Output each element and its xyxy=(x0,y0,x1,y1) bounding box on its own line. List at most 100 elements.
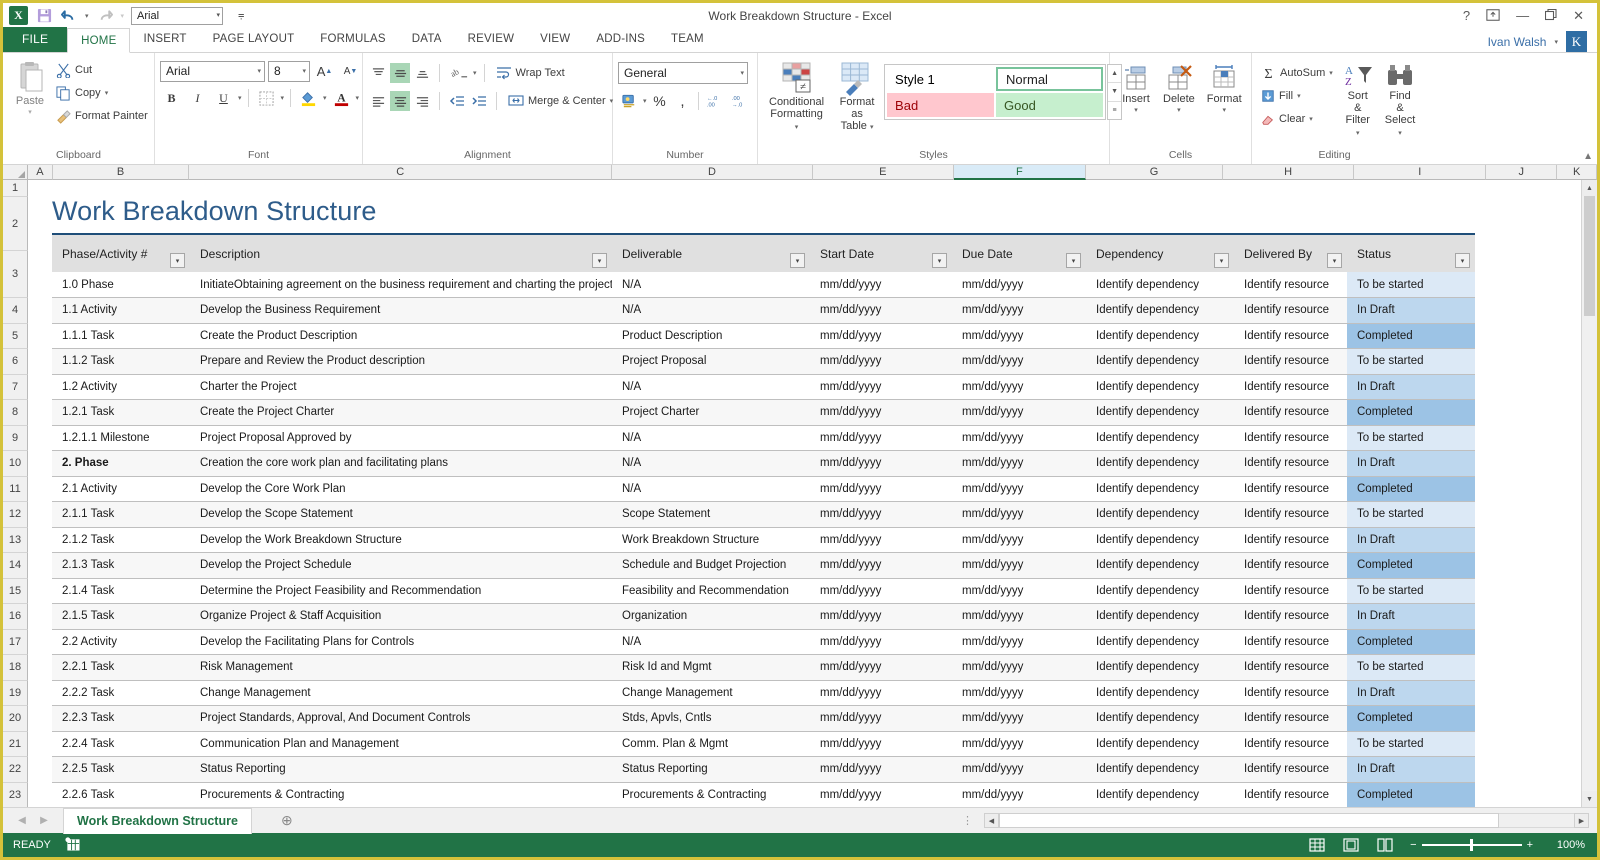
row-header-15[interactable]: 15 xyxy=(3,579,28,605)
due-date-cell[interactable]: mm/dd/yyyy xyxy=(952,323,1086,349)
start-date-cell[interactable]: mm/dd/yyyy xyxy=(810,272,952,298)
column-header-K[interactable]: K xyxy=(1557,165,1597,180)
conditional-formatting-button[interactable]: ≠ ConditionalFormatting ▾ xyxy=(763,60,830,136)
row-header-13[interactable]: 13 xyxy=(3,528,28,554)
comma-style-button[interactable]: , xyxy=(673,91,693,111)
borders-button[interactable] xyxy=(255,87,278,109)
row-header-12[interactable]: 12 xyxy=(3,502,28,528)
deliverable-cell[interactable]: N/A xyxy=(612,451,810,477)
row-header-16[interactable]: 16 xyxy=(3,604,28,630)
status-cell[interactable]: In Draft xyxy=(1347,680,1475,706)
redo-dropdown-icon[interactable]: ▾ xyxy=(121,12,125,20)
start-date-cell[interactable]: mm/dd/yyyy xyxy=(810,400,952,426)
start-date-cell[interactable]: mm/dd/yyyy xyxy=(810,527,952,553)
column-header-A[interactable]: A xyxy=(28,165,53,180)
phase-activity-cell[interactable]: 2.1.2 Task xyxy=(52,527,190,553)
delivered-by-cell[interactable]: Identify resource xyxy=(1234,451,1347,477)
phase-activity-cell[interactable]: 1.1.1 Task xyxy=(52,323,190,349)
description-cell[interactable]: Project Standards, Approval, And Documen… xyxy=(190,706,612,732)
due-date-cell[interactable]: mm/dd/yyyy xyxy=(952,578,1086,604)
column-header-G[interactable]: G xyxy=(1086,165,1223,180)
status-cell[interactable]: In Draft xyxy=(1347,604,1475,630)
start-date-cell[interactable]: mm/dd/yyyy xyxy=(810,476,952,502)
status-cell[interactable]: To be started xyxy=(1347,425,1475,451)
description-cell[interactable]: Project Proposal Approved by xyxy=(190,425,612,451)
increase-indent-icon[interactable] xyxy=(469,91,489,111)
tab-add-ins[interactable]: ADD-INS xyxy=(583,27,658,52)
description-cell[interactable]: Determine the Project Feasibility and Re… xyxy=(190,578,612,604)
delivered-by-cell[interactable]: Identify resource xyxy=(1234,502,1347,528)
zoom-track[interactable] xyxy=(1422,844,1522,846)
due-date-cell[interactable]: mm/dd/yyyy xyxy=(952,527,1086,553)
table-row[interactable]: 2.1 ActivityDevelop the Core Work PlanN/… xyxy=(52,476,1475,502)
status-cell[interactable]: Completed xyxy=(1347,782,1475,807)
phase-activity-cell[interactable]: 1.1.2 Task xyxy=(52,349,190,375)
copy-button[interactable]: Copy ▾ xyxy=(52,82,152,104)
chevron-down-icon[interactable]: ▾ xyxy=(105,89,109,97)
table-row[interactable]: 2.1.5 TaskOrganize Project & Staff Acqui… xyxy=(52,604,1475,630)
status-cell[interactable]: Completed xyxy=(1347,400,1475,426)
start-date-cell[interactable]: mm/dd/yyyy xyxy=(810,502,952,528)
due-date-cell[interactable]: mm/dd/yyyy xyxy=(952,476,1086,502)
filter-dropdown-icon[interactable]: ▾ xyxy=(1455,253,1470,268)
description-cell[interactable]: Change Management xyxy=(190,680,612,706)
table-row[interactable]: 2.1.3 TaskDevelop the Project ScheduleSc… xyxy=(52,553,1475,579)
zoom-in-button[interactable]: + xyxy=(1527,839,1533,851)
phase-activity-cell[interactable]: 2. Phase xyxy=(52,451,190,477)
chevron-down-icon[interactable]: ▾ xyxy=(1297,92,1301,100)
table-row[interactable]: 2. PhaseCreation the core work plan and … xyxy=(52,451,1475,477)
chevron-down-icon[interactable]: ▾ xyxy=(1134,105,1138,117)
minimize-button[interactable]: — xyxy=(1516,9,1529,22)
scroll-left-icon[interactable]: ◀ xyxy=(984,813,999,828)
table-row[interactable]: 2.2.4 TaskCommunication Plan and Managem… xyxy=(52,731,1475,757)
align-middle-icon[interactable] xyxy=(390,63,410,83)
row-header-1[interactable]: 1 xyxy=(3,180,28,197)
table-row[interactable]: 2.1.1 TaskDevelop the Scope StatementSco… xyxy=(52,502,1475,528)
align-right-icon[interactable] xyxy=(412,91,432,111)
cell-styles-gallery[interactable]: Style 1 Normal Bad Good xyxy=(884,64,1106,120)
row-header-5[interactable]: 5 xyxy=(3,324,28,350)
dependency-cell[interactable]: Identify dependency xyxy=(1086,272,1234,298)
status-cell[interactable]: In Draft xyxy=(1347,527,1475,553)
increase-decimal-icon[interactable]: ←.0.00 xyxy=(704,91,726,111)
delivered-by-cell[interactable]: Identify resource xyxy=(1234,655,1347,681)
tab-view[interactable]: VIEW xyxy=(527,27,583,52)
deliverable-cell[interactable]: Change Management xyxy=(612,680,810,706)
description-cell[interactable]: Develop the Core Work Plan xyxy=(190,476,612,502)
start-date-cell[interactable]: mm/dd/yyyy xyxy=(810,374,952,400)
description-cell[interactable]: Develop the Business Requirement xyxy=(190,298,612,324)
deliverable-cell[interactable]: Feasibility and Recommendation xyxy=(612,578,810,604)
scroll-right-icon[interactable]: ▶ xyxy=(1574,813,1589,828)
dependency-cell[interactable]: Identify dependency xyxy=(1086,400,1234,426)
filter-dropdown-icon[interactable]: ▾ xyxy=(790,253,805,268)
style-cell-normal[interactable]: Normal xyxy=(996,67,1103,91)
description-cell[interactable]: Develop the Project Schedule xyxy=(190,553,612,579)
dependency-cell[interactable]: Identify dependency xyxy=(1086,425,1234,451)
start-date-cell[interactable]: mm/dd/yyyy xyxy=(810,604,952,630)
status-cell[interactable]: To be started xyxy=(1347,578,1475,604)
start-date-cell[interactable]: mm/dd/yyyy xyxy=(810,425,952,451)
deliverable-cell[interactable]: N/A xyxy=(612,629,810,655)
description-cell[interactable]: Charter the Project xyxy=(190,374,612,400)
deliverable-cell[interactable]: Organization xyxy=(612,604,810,630)
restore-button[interactable] xyxy=(1545,9,1557,23)
table-row[interactable]: 2.2.5 TaskStatus ReportingStatus Reporti… xyxy=(52,757,1475,783)
column-header-F[interactable]: F xyxy=(954,165,1087,180)
table-row[interactable]: 1.0 PhaseInitiateObtaining agreement on … xyxy=(52,272,1475,298)
filter-dropdown-icon[interactable]: ▾ xyxy=(1214,253,1229,268)
chevron-down-icon[interactable]: ▾ xyxy=(1222,105,1226,117)
table-row[interactable]: 1.1 ActivityDevelop the Business Require… xyxy=(52,298,1475,324)
font-name-box[interactable]: Arial▾ xyxy=(160,61,265,82)
start-date-cell[interactable]: mm/dd/yyyy xyxy=(810,680,952,706)
italic-button[interactable]: I xyxy=(186,87,209,109)
style-cell-style1[interactable]: Style 1 xyxy=(887,67,994,91)
align-center-icon[interactable] xyxy=(390,91,410,111)
start-date-cell[interactable]: mm/dd/yyyy xyxy=(810,782,952,807)
status-cell[interactable]: To be started xyxy=(1347,502,1475,528)
align-bottom-icon[interactable] xyxy=(412,63,432,83)
chevron-down-icon[interactable]: ▾ xyxy=(28,107,32,119)
bold-button[interactable]: B xyxy=(160,87,183,109)
chevron-down-icon[interactable]: ▾ xyxy=(740,69,744,77)
delivered-by-cell[interactable]: Identify resource xyxy=(1234,349,1347,375)
table-row[interactable]: 2.2.6 TaskProcurements & ContractingProc… xyxy=(52,782,1475,807)
